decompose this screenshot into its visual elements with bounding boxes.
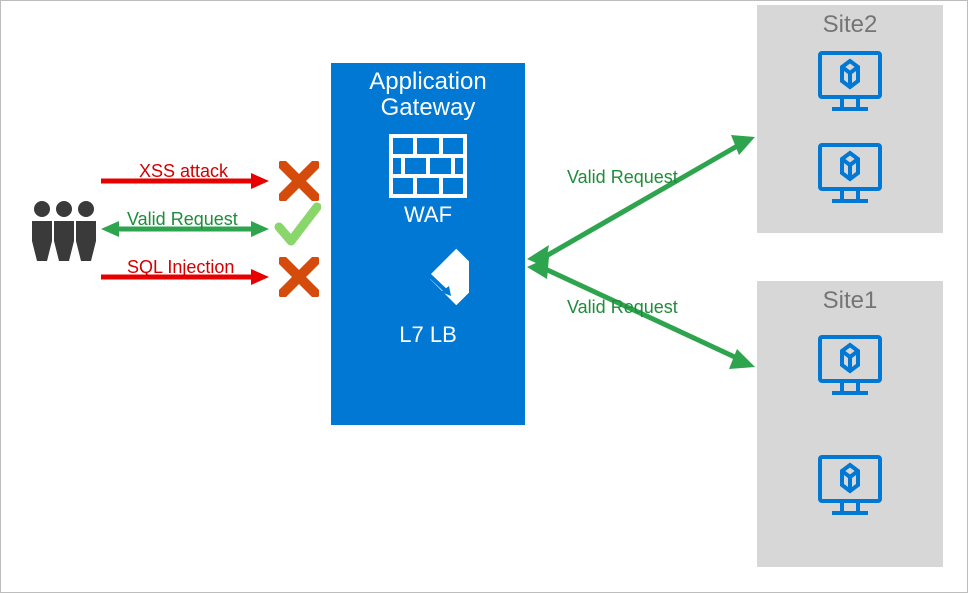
label-xss: XSS attack — [139, 161, 228, 182]
gateway-title: Application Gateway — [331, 63, 525, 124]
label-sql: SQL Injection — [127, 257, 234, 278]
site2-label: Site2 — [757, 5, 943, 41]
site1-box: Site1 — [757, 281, 943, 567]
label-valid-in: Valid Request — [127, 209, 238, 230]
site2-vm2-icon — [814, 139, 886, 211]
gateway-title-line2: Gateway — [381, 94, 476, 121]
sql-blocked-icon — [279, 257, 319, 297]
waf-label: WAF — [331, 202, 525, 228]
arrow-to-site2 — [525, 131, 757, 291]
label-to-site1: Valid Request — [567, 297, 678, 318]
load-balancer-icon — [387, 236, 469, 318]
site2-box: Site2 — [757, 5, 943, 233]
users-icon — [29, 197, 99, 261]
label-to-site2: Valid Request — [567, 167, 678, 188]
firewall-icon — [389, 134, 467, 198]
site1-label: Site1 — [757, 281, 943, 317]
site1-vm1-icon — [814, 331, 886, 403]
xss-blocked-icon — [279, 161, 319, 201]
valid-allowed-icon — [273, 201, 321, 249]
lb-label: L7 LB — [331, 322, 525, 348]
site1-vm2-icon — [814, 451, 886, 523]
gateway-title-line1: Application — [369, 68, 486, 95]
site2-vm1-icon — [814, 47, 886, 119]
diagram-canvas: XSS attack Valid Request SQL Injection A… — [0, 0, 968, 593]
application-gateway: Application Gateway WAF — [331, 63, 525, 425]
